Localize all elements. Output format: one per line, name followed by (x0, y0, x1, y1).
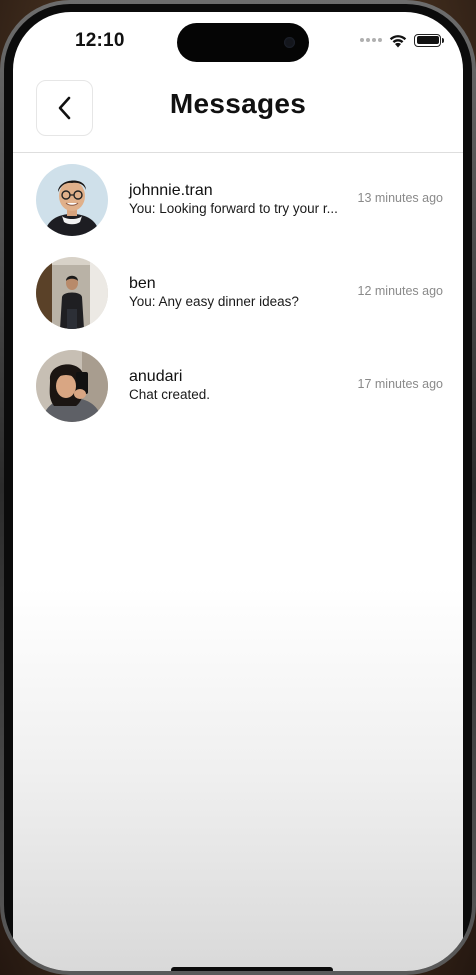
wifi-icon (389, 34, 407, 47)
avatar (36, 350, 108, 422)
message-preview: You: Any easy dinner ideas? (129, 294, 299, 309)
status-bar: 12:10 (13, 12, 463, 72)
avatar (36, 257, 108, 329)
conversation-text: ben You: Any easy dinner ideas? (129, 274, 351, 311)
contact-name: johnnie.tran (129, 182, 213, 199)
phone-bezel: 12:10 Messages johnnie.tran You: Looking… (4, 4, 472, 971)
camera-icon (284, 37, 295, 48)
conversation-text: anudari Chat created. (129, 367, 351, 404)
conversation-text: johnnie.tran You: Looking forward to try… (129, 181, 351, 218)
battery-icon (414, 33, 444, 47)
conversation-item[interactable]: anudari Chat created. 17 minutes ago (13, 339, 463, 432)
conversation-item[interactable]: johnnie.tran You: Looking forward to try… (13, 153, 463, 246)
dynamic-island (177, 23, 309, 62)
conversation-item[interactable]: ben You: Any easy dinner ideas? 12 minut… (13, 246, 463, 339)
header: Messages (13, 74, 463, 153)
timestamp: 13 minutes ago (357, 191, 443, 205)
status-icons (360, 32, 444, 48)
status-time: 12:10 (75, 30, 125, 51)
page-title: Messages (169, 88, 307, 119)
app-screen: 12:10 Messages johnnie.tran You: Looking… (13, 12, 463, 971)
home-indicator[interactable] (171, 967, 333, 971)
contact-name: anudari (129, 368, 183, 385)
timestamp: 12 minutes ago (357, 284, 443, 298)
contact-name: ben (129, 275, 156, 292)
conversation-list: johnnie.tran You: Looking forward to try… (13, 153, 463, 432)
phone-frame: 12:10 Messages johnnie.tran You: Looking… (0, 0, 476, 975)
message-preview: Chat created. (129, 387, 211, 402)
timestamp: 17 minutes ago (357, 377, 443, 391)
cellular-dots-icon (360, 38, 382, 42)
message-preview: You: Looking forward to try your r... (129, 201, 338, 216)
avatar (36, 164, 108, 236)
